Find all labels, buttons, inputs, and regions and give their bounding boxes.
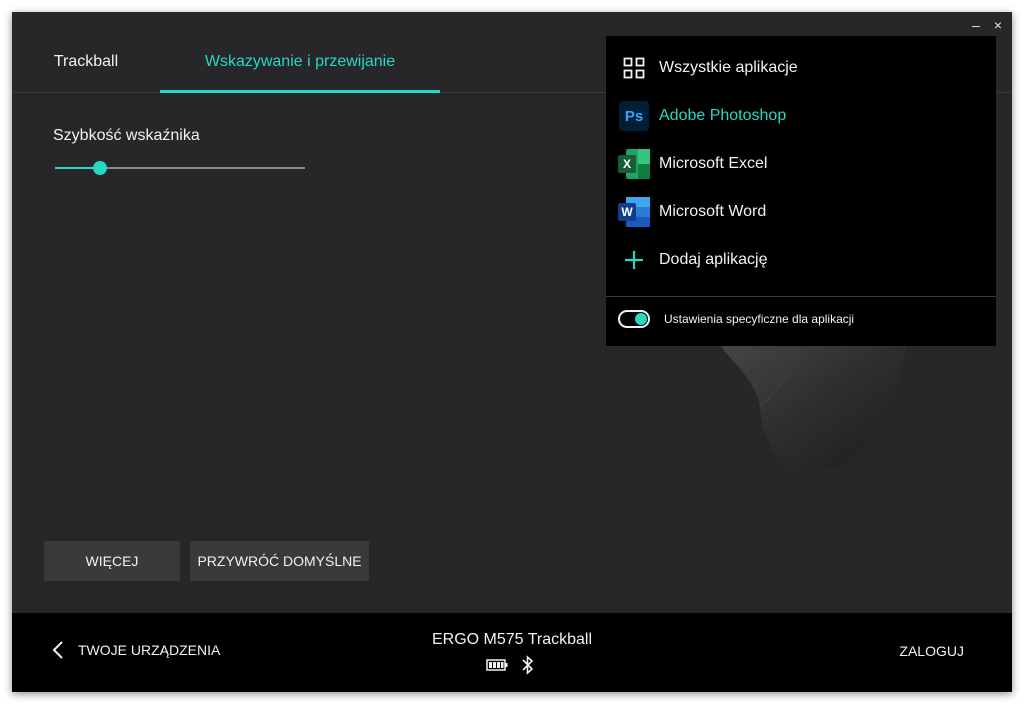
pointer-speed-label: Szybkość wskaźnika — [53, 127, 200, 144]
menu-item-all-apps[interactable]: Wszystkie aplikacje — [606, 44, 996, 92]
footer-bar: TWOJE URZĄDZENIA ERGO M575 Trackball ZAL… — [12, 613, 1012, 692]
battery-icon — [486, 659, 508, 671]
application-menu: Wszystkie aplikacje Ps Adobe Photoshop X — [606, 36, 996, 346]
close-button[interactable]: × — [994, 16, 1002, 34]
menu-item-adobe-photoshop[interactable]: Ps Adobe Photoshop — [606, 92, 996, 140]
excel-icon-text: X — [622, 157, 631, 171]
minimize-button[interactable]: – — [972, 16, 980, 34]
bluetooth-icon — [522, 655, 534, 675]
excel-icon: X — [618, 148, 650, 180]
menu-item-label: Microsoft Word — [659, 203, 767, 220]
pointer-speed-slider[interactable] — [55, 160, 307, 176]
menu-item-label: Microsoft Excel — [659, 155, 768, 172]
app-specific-settings-label: Ustawienia specyficzne dla aplikacji — [664, 312, 855, 326]
app-specific-settings-toggle[interactable] — [618, 310, 650, 328]
menu-item-microsoft-word[interactable]: W Microsoft Word — [606, 188, 996, 236]
menu-divider — [606, 296, 996, 297]
menu-item-label: Adobe Photoshop — [659, 107, 787, 124]
slider-thumb[interactable] — [93, 161, 107, 175]
plus-icon — [618, 244, 650, 276]
trackball-device-image — [710, 332, 908, 472]
menu-item-label: Wszystkie aplikacje — [659, 59, 798, 76]
word-icon-text: W — [621, 205, 633, 219]
menu-item-add-application[interactable]: Dodaj aplikację — [606, 236, 996, 284]
device-status — [486, 655, 534, 675]
tab-trackball[interactable]: Trackball — [42, 42, 130, 90]
word-icon: W — [618, 196, 650, 228]
menu-item-label: Dodaj aplikację — [659, 251, 768, 268]
more-button[interactable]: WIĘCEJ — [44, 541, 180, 581]
options-window: – × Trackball Wskazywanie i przewijanie … — [12, 12, 1012, 692]
photoshop-icon: Ps — [618, 100, 650, 132]
app-specific-settings-row: Ustawienia specyficzne dla aplikacji — [618, 310, 854, 328]
device-name: ERGO M575 Trackball — [431, 631, 593, 648]
photoshop-icon-text: Ps — [624, 107, 644, 125]
restore-defaults-button[interactable]: PRZYWRÓĆ DOMYŚLNE — [190, 541, 369, 581]
toggle-knob — [635, 313, 647, 325]
grid-icon — [618, 52, 650, 84]
window-controls: – × — [972, 16, 1002, 34]
login-button[interactable]: ZALOGUJ — [899, 643, 964, 659]
menu-item-microsoft-excel[interactable]: X Microsoft Excel — [606, 140, 996, 188]
tab-pointing-scrolling[interactable]: Wskazywanie i przewijanie — [160, 42, 440, 93]
